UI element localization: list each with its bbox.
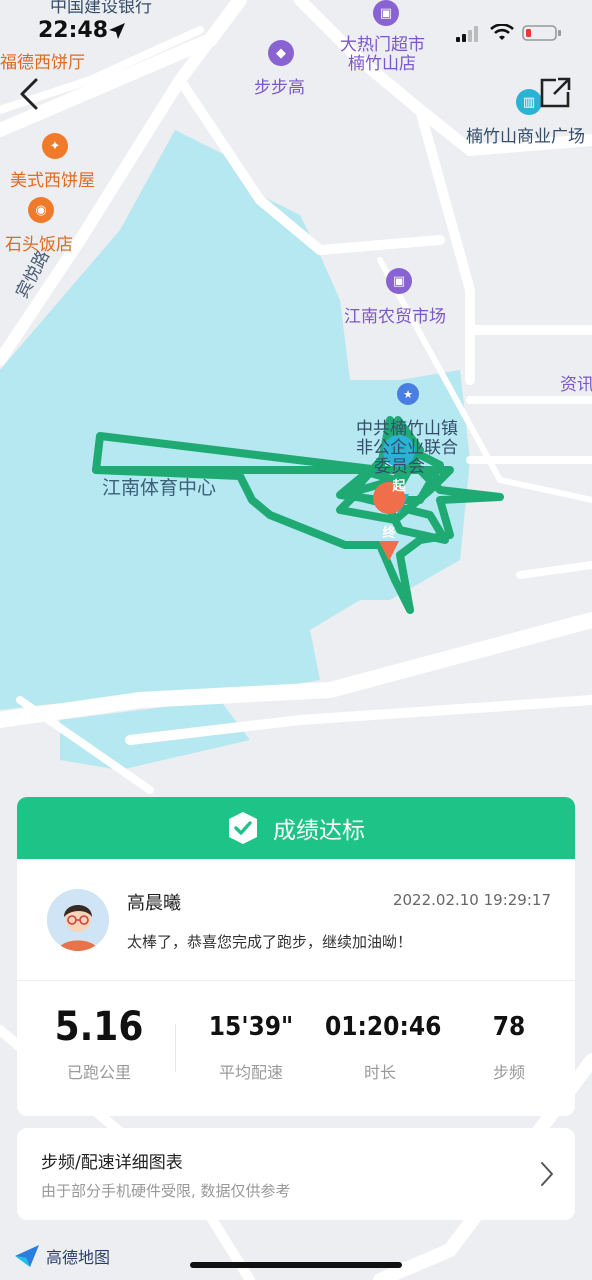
wifi-icon [490,24,514,40]
detail-chart-link[interactable]: 步频/配速详细图表 由于部分手机硬件受限, 数据仅供参考 [17,1128,575,1220]
back-button[interactable] [14,74,50,114]
stat-duration-value: 01:20:46 [325,1012,442,1042]
stat-distance-label: 已跑公里 [66,1063,131,1082]
stat-duration-label: 时长 [363,1063,396,1082]
share-button[interactable] [536,74,574,112]
stat-distance: 5.16 已跑公里 [47,1003,151,1083]
shield-check-icon [229,812,257,844]
detail-title: 步频/配速详细图表 [41,1153,183,1173]
achievement-label: 成绩达标 [273,818,365,844]
battery-icon [522,25,561,41]
congrats-message: 太棒了，恭喜您完成了跑步，继续加油呦！ [127,933,413,951]
stat-pace: 15'39" 平均配速 [201,1003,301,1083]
stat-cadence: 78 步频 [469,1003,549,1083]
poi-bubugao-label[interactable]: 步步高 [254,73,305,98]
end-marker-label: 终 [382,526,396,541]
card-divider [17,980,575,981]
status-bar: 22:48 [0,0,592,64]
poi-restaurant-icon[interactable]: ◉ [28,197,54,223]
start-marker-label: 起 [392,479,406,494]
stats-divider [175,1024,176,1072]
chevron-right-icon [541,1162,553,1186]
chevron-left-icon [20,78,38,110]
user-name: 高晨曦 [127,893,181,914]
stat-pace-value: 15'39" [208,1012,294,1042]
brand-label: 高德地图 [46,1248,111,1267]
end-marker[interactable]: 终 [373,517,405,557]
share-external-icon [540,77,571,108]
achievement-banner: 成绩达标 [17,797,575,859]
poi-market-label[interactable]: 江南农贸市场 [344,302,446,327]
map-brand: 高德地图 [14,1244,110,1268]
stat-pace-label: 平均配速 [218,1063,283,1082]
cellular-signal-icon [456,26,478,42]
star-icon[interactable]: ★ [397,383,419,405]
poi-plaza-label[interactable]: 楠竹山商业广场 [466,122,585,147]
home-indicator[interactable] [190,1262,402,1268]
poi-bakery-label[interactable]: 美式西饼屋 [10,166,95,191]
result-card: 高晨曦 2022.02.10 19:29:17 太棒了，恭喜您完成了跑步，继续加… [17,859,575,1116]
avatar-illustration [47,889,109,951]
gaode-logo-icon [15,1245,39,1267]
detail-subtitle: 由于部分手机硬件受限, 数据仅供参考 [41,1182,291,1200]
stat-distance-value: 5.16 [54,1004,144,1050]
poi-market-icon[interactable]: ▣ [386,268,412,294]
avatar[interactable] [47,889,109,951]
poi-sports-center-label[interactable]: 江南体育中心 [102,473,216,500]
status-time: 22:48 [38,18,109,43]
stat-cadence-label: 步频 [492,1063,525,1082]
run-datetime: 2022.02.10 19:29:17 [392,891,551,909]
stat-cadence-value: 78 [492,1012,526,1042]
road-right-4 [516,561,592,579]
poi-info-label[interactable]: 资讯 [560,370,592,395]
start-marker[interactable]: 起 [383,470,415,510]
location-arrow-icon [109,23,125,39]
stat-duration: 01:20:46 时长 [325,1003,442,1083]
poi-bakery-icon[interactable]: ✦ [42,133,68,159]
